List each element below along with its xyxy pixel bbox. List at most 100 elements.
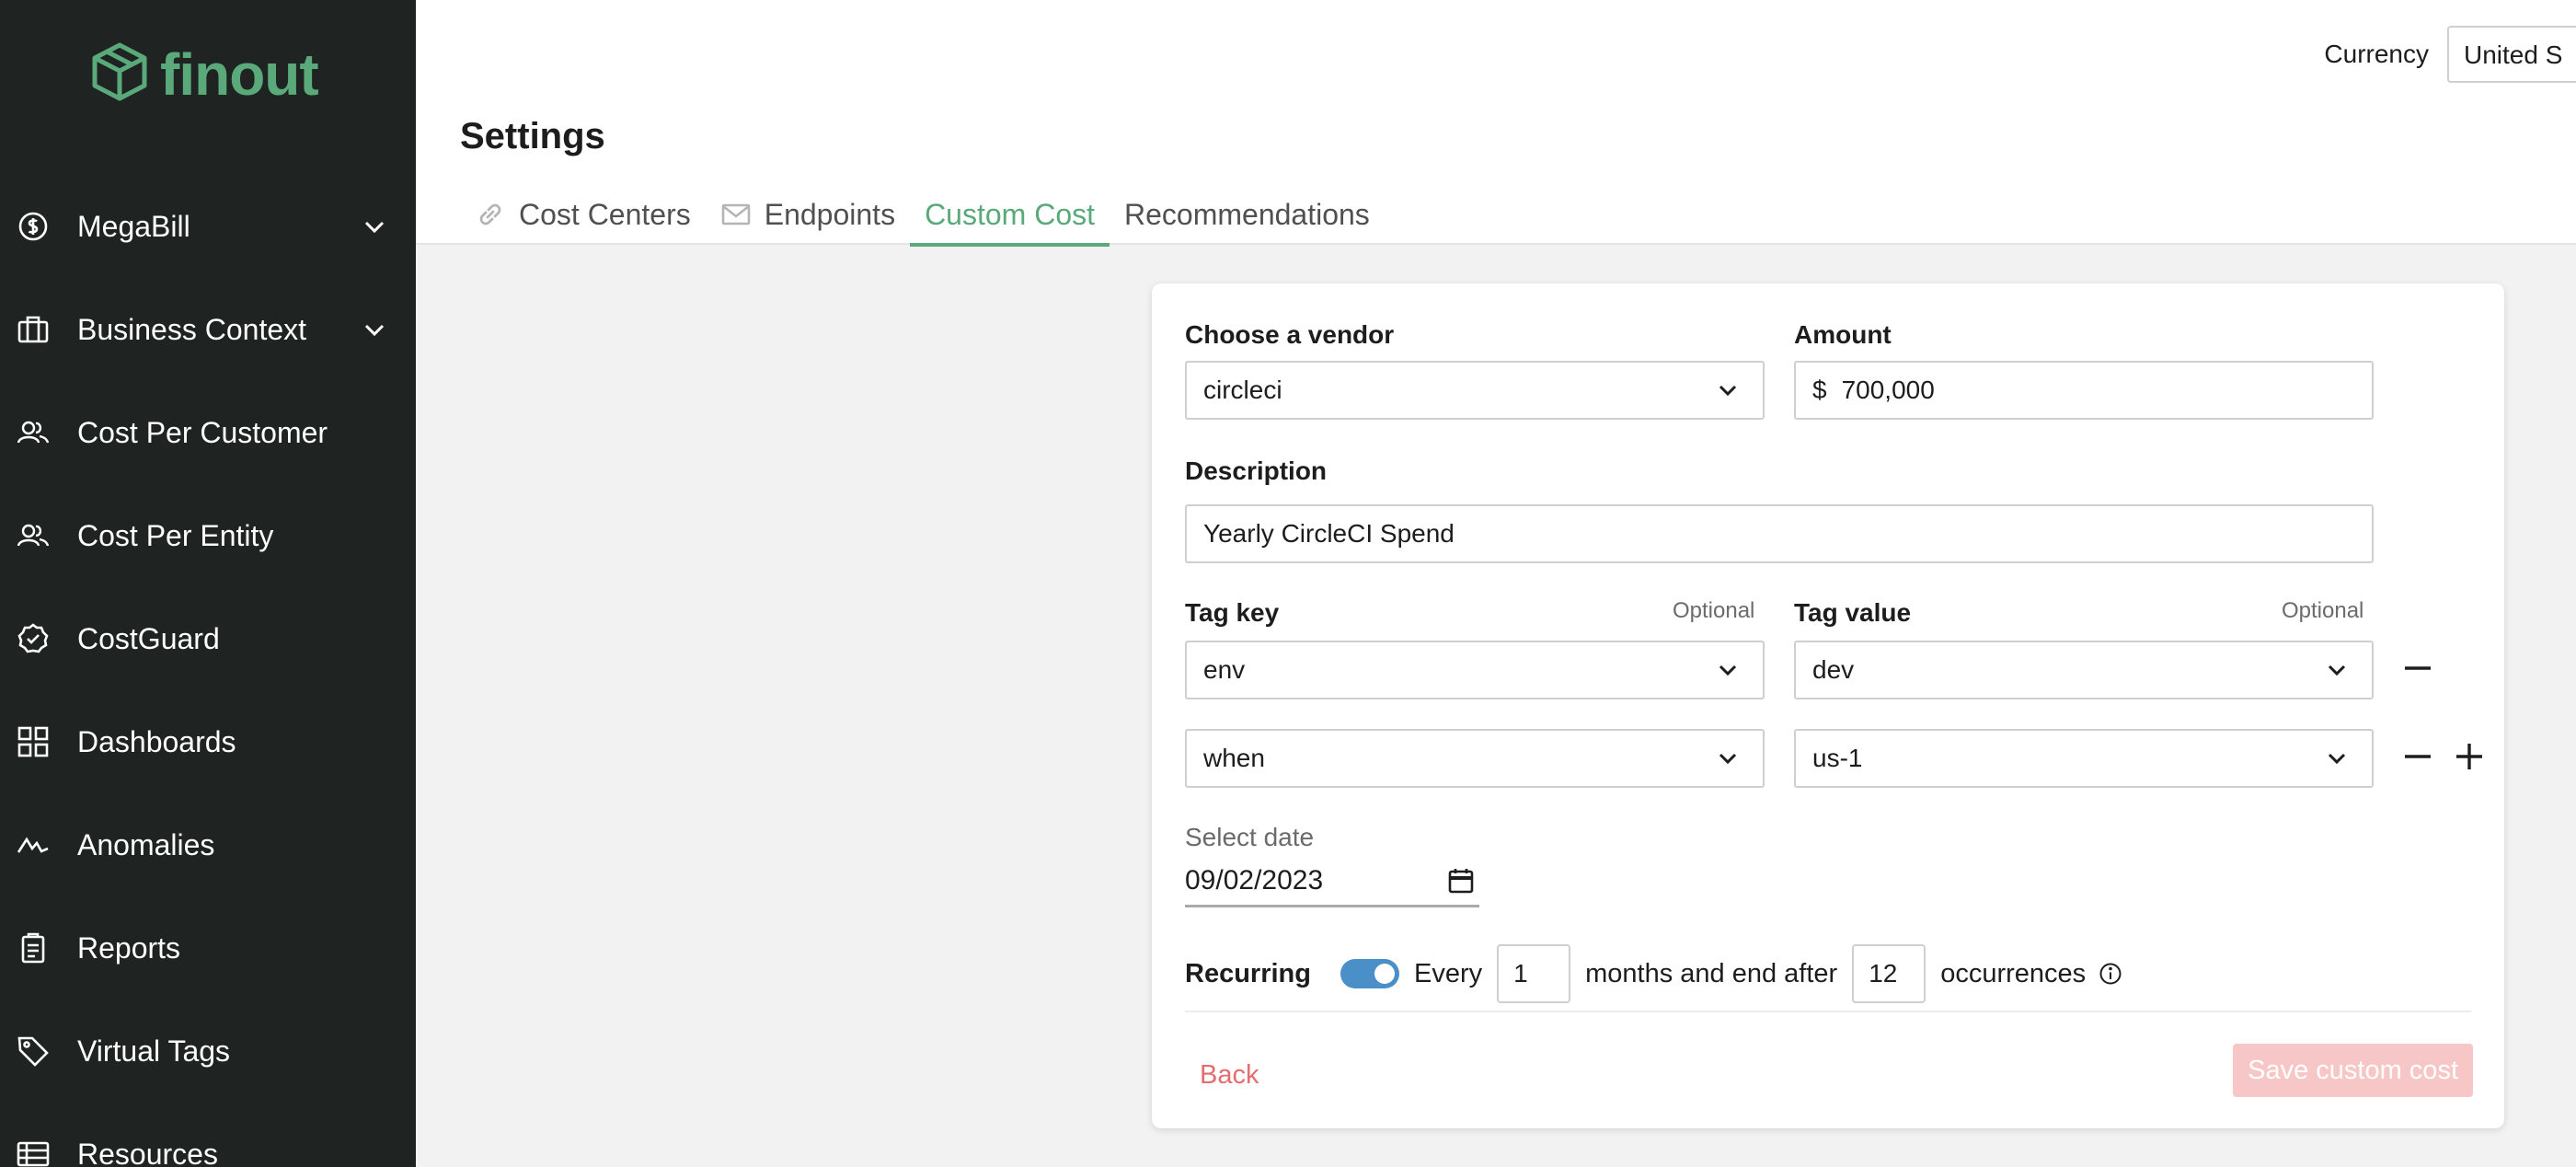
chevron-down-icon bbox=[1715, 657, 1741, 683]
chevron-down-icon bbox=[1715, 745, 1741, 771]
add-tag-button[interactable] bbox=[2449, 738, 2490, 779]
remove-tag-button[interactable] bbox=[2398, 738, 2438, 779]
chevron-down-icon bbox=[1715, 377, 1741, 403]
minus-icon bbox=[2401, 740, 2434, 778]
sidebar-item-resources[interactable]: Resources bbox=[0, 1103, 416, 1167]
sidebar-item-label: Virtual Tags bbox=[77, 1034, 231, 1068]
anomaly-line-icon bbox=[17, 828, 50, 861]
remove-tag-button[interactable] bbox=[2398, 650, 2438, 690]
save-custom-cost-button[interactable]: Save custom cost bbox=[2233, 1044, 2473, 1097]
back-button[interactable]: Back bbox=[1185, 1053, 1273, 1098]
tag-key-optional: Optional bbox=[1673, 598, 1755, 623]
brand-name: finout bbox=[160, 40, 319, 108]
amount-value: 700,000 bbox=[1841, 376, 1935, 404]
vendor-value: circleci bbox=[1203, 376, 1282, 404]
table-icon bbox=[17, 1138, 50, 1167]
settings-tabs: Cost Centers Endpoints Custom Cost Recom… bbox=[460, 184, 1385, 247]
sidebar-item-label: Reports bbox=[77, 930, 181, 965]
tag-value-label: Tag value bbox=[1794, 598, 1912, 627]
page-title: Settings bbox=[460, 116, 605, 156]
sidebar-item-cost-per-customer[interactable]: Cost Per Customer bbox=[0, 381, 416, 484]
tag-key-label: Tag key bbox=[1185, 598, 1280, 627]
tab-recommendations[interactable]: Recommendations bbox=[1110, 184, 1385, 245]
tab-custom-cost[interactable]: Custom Cost bbox=[910, 184, 1110, 247]
mail-icon bbox=[720, 199, 752, 230]
sidebar-item-label: Resources bbox=[77, 1137, 218, 1167]
tab-label: Cost Centers bbox=[519, 197, 691, 231]
tab-label: Endpoints bbox=[764, 197, 896, 231]
date-value: 09/02/2023 bbox=[1185, 864, 1324, 895]
tag-value-optional: Optional bbox=[2282, 598, 2364, 623]
tag-key-select[interactable]: when bbox=[1185, 729, 1765, 788]
chevron-down-icon bbox=[2324, 657, 2350, 683]
sidebar-item-label: Cost Per Customer bbox=[77, 415, 328, 449]
tag-value-select[interactable]: us-1 bbox=[1794, 729, 2374, 788]
amount-input[interactable]: $ 700,000 bbox=[1794, 361, 2374, 420]
currency-prefix: $ bbox=[1812, 376, 1827, 404]
chevron-down-icon[interactable] bbox=[361, 316, 388, 343]
tab-label: Recommendations bbox=[1124, 197, 1370, 231]
currency-select[interactable]: United S bbox=[2447, 26, 2576, 83]
cube-logo-icon bbox=[88, 40, 151, 108]
recurring-label: Recurring bbox=[1185, 958, 1311, 988]
users-icon bbox=[17, 519, 50, 552]
vendor-label: Choose a vendor bbox=[1185, 320, 1395, 349]
sidebar-item-cost-per-entity[interactable]: Cost Per Entity bbox=[0, 484, 416, 587]
sidebar-item-label: Business Context bbox=[77, 312, 307, 346]
tag-key-value: when bbox=[1203, 744, 1265, 772]
tag-value-select[interactable]: dev bbox=[1794, 641, 2374, 699]
footer-divider bbox=[1185, 1011, 2471, 1012]
grid-icon bbox=[17, 725, 50, 758]
sidebar-item-costguard[interactable]: CostGuard bbox=[0, 587, 416, 690]
chevron-down-icon bbox=[2324, 745, 2350, 771]
sidebar-item-dashboards[interactable]: Dashboards bbox=[0, 690, 416, 793]
finout-logo[interactable]: finout bbox=[88, 40, 319, 108]
calendar-icon[interactable] bbox=[1446, 866, 1476, 895]
sidebar-item-anomalies[interactable]: Anomalies bbox=[0, 793, 416, 896]
info-icon[interactable] bbox=[2099, 962, 2122, 986]
sidebar-item-label: CostGuard bbox=[77, 621, 220, 655]
minus-icon bbox=[2401, 652, 2434, 689]
shield-check-icon bbox=[17, 622, 50, 655]
months-text: months and end after bbox=[1585, 958, 1838, 988]
sidebar-item-reports[interactable]: Reports bbox=[0, 896, 416, 999]
currency-label: Currency bbox=[2324, 40, 2429, 68]
custom-cost-form: Choose a vendor circleci Amount $ 700,00… bbox=[1152, 283, 2504, 1128]
occurrences-input[interactable]: 12 bbox=[1852, 944, 1926, 1003]
tag-key-select[interactable]: env bbox=[1185, 641, 1765, 699]
sidebar-item-megabill[interactable]: MegaBill bbox=[0, 175, 416, 278]
date-label: Select date bbox=[1185, 823, 1315, 851]
tab-endpoints[interactable]: Endpoints bbox=[706, 184, 910, 245]
tag-value-value: dev bbox=[1812, 655, 1855, 684]
every-months-input[interactable]: 1 bbox=[1497, 944, 1571, 1003]
description-label: Description bbox=[1185, 456, 1328, 485]
plus-icon bbox=[2453, 740, 2486, 778]
every-text: Every bbox=[1413, 958, 1483, 988]
chevron-down-icon[interactable] bbox=[361, 213, 388, 240]
sidebar-item-label: Anomalies bbox=[77, 827, 215, 861]
amount-label: Amount bbox=[1794, 320, 1892, 349]
recurring-row: Recurring Every 1 months and end after 1… bbox=[1185, 944, 2122, 1003]
recurring-toggle[interactable] bbox=[1340, 959, 1399, 988]
main-content: Currency United S Settings Cost Centers … bbox=[416, 0, 2576, 1167]
dollar-circle-icon bbox=[17, 210, 50, 243]
currency-picker: Currency United S bbox=[2324, 26, 2576, 83]
sidebar-item-label: Cost Per Entity bbox=[77, 518, 274, 552]
briefcase-icon bbox=[17, 313, 50, 346]
occurrences-text: occurrences bbox=[1940, 958, 2087, 988]
sidebar-item-virtual-tags[interactable]: Virtual Tags bbox=[0, 999, 416, 1103]
sidebar-item-label: Dashboards bbox=[77, 724, 236, 758]
date-input[interactable]: 09/02/2023 bbox=[1185, 856, 1479, 907]
tab-label: Custom Cost bbox=[925, 197, 1095, 231]
clipboard-icon bbox=[17, 931, 50, 965]
page-header: Currency United S Settings Cost Centers … bbox=[416, 0, 2576, 247]
description-value: Yearly CircleCI Spend bbox=[1203, 519, 1455, 548]
link-icon bbox=[475, 199, 506, 230]
tab-cost-centers[interactable]: Cost Centers bbox=[460, 184, 706, 245]
vendor-select[interactable]: circleci bbox=[1185, 361, 1765, 420]
tag-value-value: us-1 bbox=[1812, 744, 1863, 772]
sidebar-nav: MegaBill Business Context Cost Per Custo… bbox=[0, 175, 416, 1167]
description-input[interactable]: Yearly CircleCI Spend bbox=[1185, 504, 2374, 563]
tag-key-value: env bbox=[1203, 655, 1246, 684]
sidebar-item-business-context[interactable]: Business Context bbox=[0, 278, 416, 381]
